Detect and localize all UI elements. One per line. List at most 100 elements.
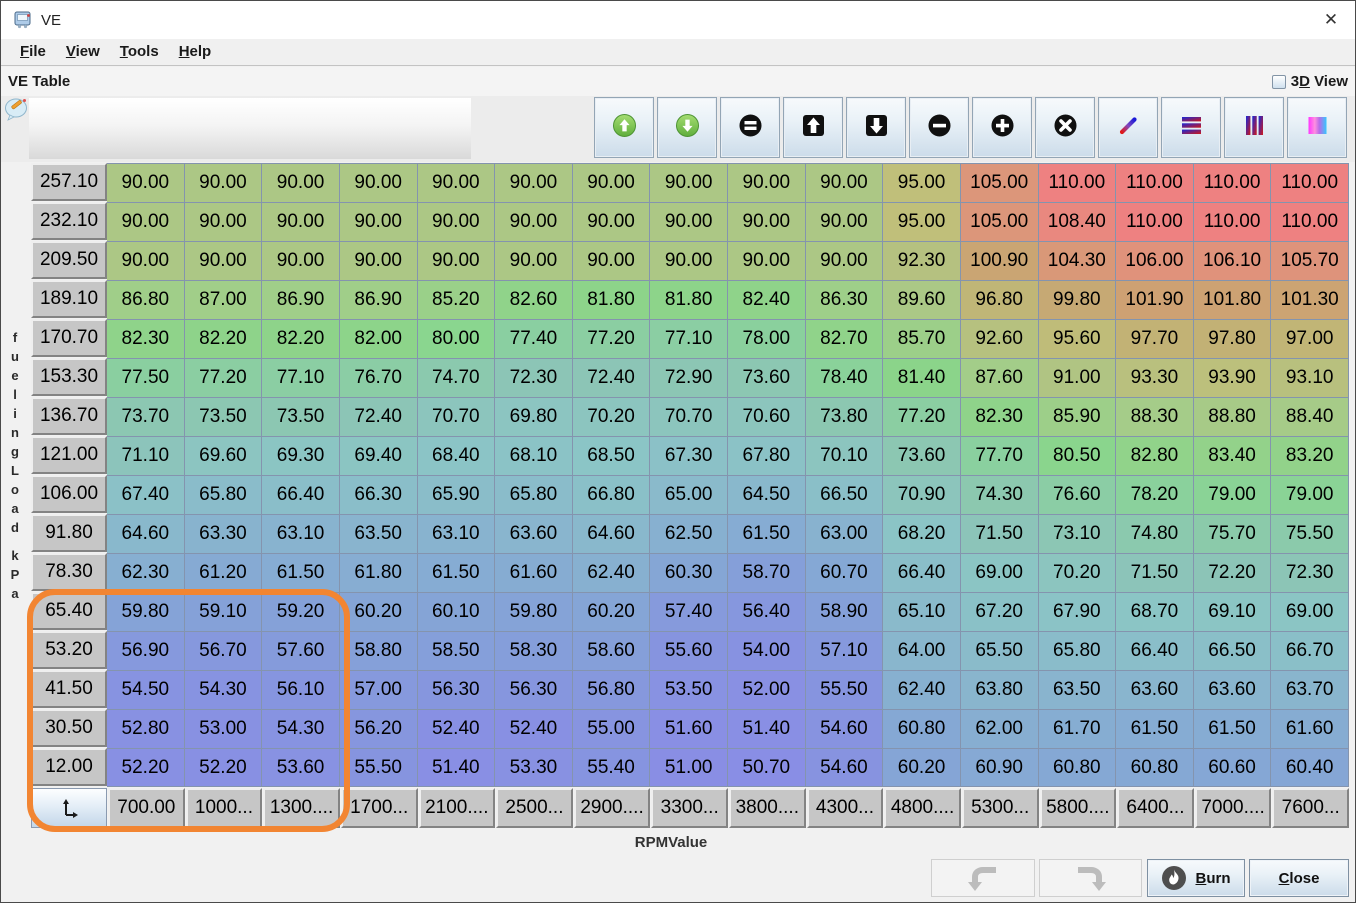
table-cell[interactable]: 54.30 <box>185 670 263 709</box>
col-header-cell[interactable]: 5800.... <box>1040 788 1117 828</box>
table-cell[interactable]: 81.80 <box>573 280 651 319</box>
table-cell[interactable]: 106.00 <box>1116 241 1194 280</box>
toolbar-button-scale-down-green-circle-arrow[interactable] <box>657 97 717 158</box>
table-cell[interactable]: 64.60 <box>573 514 651 553</box>
table-cell[interactable]: 54.60 <box>806 748 884 787</box>
table-cell[interactable]: 62.40 <box>573 553 651 592</box>
toolbar-button-increment-plus-circle[interactable] <box>972 97 1032 158</box>
table-cell[interactable]: 61.60 <box>1271 709 1349 748</box>
table-cell[interactable]: 88.30 <box>1116 397 1194 436</box>
toolbar-button-set-equal-circle[interactable] <box>720 97 780 158</box>
table-cell[interactable]: 66.40 <box>1116 631 1194 670</box>
table-cell[interactable]: 91.00 <box>1039 358 1117 397</box>
table-cell[interactable]: 90.00 <box>340 241 418 280</box>
table-cell[interactable]: 82.20 <box>185 319 263 358</box>
table-cell[interactable]: 110.00 <box>1194 163 1272 202</box>
table-cell[interactable]: 60.30 <box>650 553 728 592</box>
toolbar-button-shift-up-square-arrow[interactable] <box>783 97 843 158</box>
table-cell[interactable]: 60.80 <box>1116 748 1194 787</box>
table-cell[interactable]: 74.70 <box>418 358 496 397</box>
table-cell[interactable]: 62.40 <box>883 670 961 709</box>
row-header-cell[interactable]: 121.00 <box>31 436 107 474</box>
col-header-cell[interactable]: 7000.... <box>1195 788 1272 828</box>
toolbar-button-interpolate-horizontal-bars[interactable] <box>1161 97 1221 158</box>
table-cell[interactable]: 73.50 <box>185 397 263 436</box>
table-cell[interactable]: 52.20 <box>185 748 263 787</box>
table-cell[interactable]: 73.70 <box>107 397 185 436</box>
table-cell[interactable]: 61.50 <box>418 553 496 592</box>
table-cell[interactable]: 105.00 <box>961 202 1039 241</box>
table-cell[interactable]: 76.70 <box>340 358 418 397</box>
table-cell[interactable]: 59.80 <box>495 592 573 631</box>
table-cell[interactable]: 101.80 <box>1194 280 1272 319</box>
table-cell[interactable]: 100.90 <box>961 241 1039 280</box>
table-cell[interactable]: 56.20 <box>340 709 418 748</box>
close-window-icon[interactable]: ✕ <box>1320 9 1342 31</box>
table-cell[interactable]: 63.10 <box>262 514 340 553</box>
table-cell[interactable]: 51.00 <box>650 748 728 787</box>
table-cell[interactable]: 77.50 <box>107 358 185 397</box>
row-header-cell[interactable]: 30.50 <box>31 709 107 747</box>
row-header-cell[interactable]: 232.10 <box>31 202 107 240</box>
toolbar-button-shift-down-square-arrow[interactable] <box>846 97 906 158</box>
toolbar-button-multiply-x-circle[interactable] <box>1035 97 1095 158</box>
table-cell[interactable]: 90.00 <box>107 241 185 280</box>
table-cell[interactable]: 79.00 <box>1194 475 1272 514</box>
table-cell[interactable]: 63.00 <box>806 514 884 553</box>
table-cell[interactable]: 90.00 <box>340 202 418 241</box>
row-header-cell[interactable]: 189.10 <box>31 280 107 318</box>
table-cell[interactable]: 67.80 <box>728 436 806 475</box>
row-header-cell[interactable]: 257.10 <box>31 163 107 201</box>
table-cell[interactable]: 55.50 <box>340 748 418 787</box>
table-cell[interactable]: 78.20 <box>1116 475 1194 514</box>
table-cell[interactable]: 95.00 <box>883 202 961 241</box>
row-header-cell[interactable]: 53.20 <box>31 631 107 669</box>
table-cell[interactable]: 76.60 <box>1039 475 1117 514</box>
table-cell[interactable]: 83.40 <box>1194 436 1272 475</box>
table-cell[interactable]: 88.40 <box>1271 397 1349 436</box>
table-cell[interactable]: 68.20 <box>883 514 961 553</box>
table-cell[interactable]: 59.80 <box>107 592 185 631</box>
table-cell[interactable]: 90.00 <box>806 241 884 280</box>
menu-item-tools[interactable]: Tools <box>110 41 169 63</box>
table-cell[interactable]: 57.60 <box>262 631 340 670</box>
table-cell[interactable]: 69.40 <box>340 436 418 475</box>
table-cell[interactable]: 52.00 <box>728 670 806 709</box>
table-cell[interactable]: 90.00 <box>495 202 573 241</box>
col-header-cell[interactable]: 3800.... <box>729 788 806 828</box>
table-cell[interactable]: 54.50 <box>107 670 185 709</box>
row-header-cell[interactable]: 41.50 <box>31 670 107 708</box>
table-cell[interactable]: 101.30 <box>1271 280 1349 319</box>
row-header-cell[interactable]: 65.40 <box>31 592 107 630</box>
table-cell[interactable]: 60.90 <box>961 748 1039 787</box>
table-cell[interactable]: 74.30 <box>961 475 1039 514</box>
burn-button[interactable]: Burn <box>1147 859 1245 897</box>
table-cell[interactable]: 61.50 <box>728 514 806 553</box>
undo-button[interactable] <box>931 859 1035 897</box>
table-cell[interactable]: 58.50 <box>418 631 496 670</box>
table-cell[interactable]: 82.30 <box>107 319 185 358</box>
menu-item-help[interactable]: Help <box>169 41 222 63</box>
table-cell[interactable]: 78.40 <box>806 358 884 397</box>
table-cell[interactable]: 52.20 <box>107 748 185 787</box>
table-cell[interactable]: 63.80 <box>961 670 1039 709</box>
col-header-cell[interactable]: 2500... <box>496 788 573 828</box>
table-cell[interactable]: 51.40 <box>728 709 806 748</box>
col-header-cell[interactable]: 4300... <box>807 788 884 828</box>
table-cell[interactable]: 58.80 <box>340 631 418 670</box>
table-cell[interactable]: 78.00 <box>728 319 806 358</box>
table-cell[interactable]: 56.90 <box>107 631 185 670</box>
menu-item-view[interactable]: View <box>56 41 110 63</box>
table-cell[interactable]: 93.90 <box>1194 358 1272 397</box>
table-cell[interactable]: 56.10 <box>262 670 340 709</box>
table-cell[interactable]: 69.80 <box>495 397 573 436</box>
table-cell[interactable]: 54.00 <box>728 631 806 670</box>
table-cell[interactable]: 50.70 <box>728 748 806 787</box>
table-cell[interactable]: 90.00 <box>185 202 263 241</box>
table-cell[interactable]: 90.00 <box>185 163 263 202</box>
table-cell[interactable]: 90.00 <box>418 163 496 202</box>
table-cell[interactable]: 70.70 <box>418 397 496 436</box>
table-cell[interactable]: 70.90 <box>883 475 961 514</box>
table-cell[interactable]: 97.70 <box>1116 319 1194 358</box>
col-header-cell[interactable]: 5300... <box>962 788 1039 828</box>
